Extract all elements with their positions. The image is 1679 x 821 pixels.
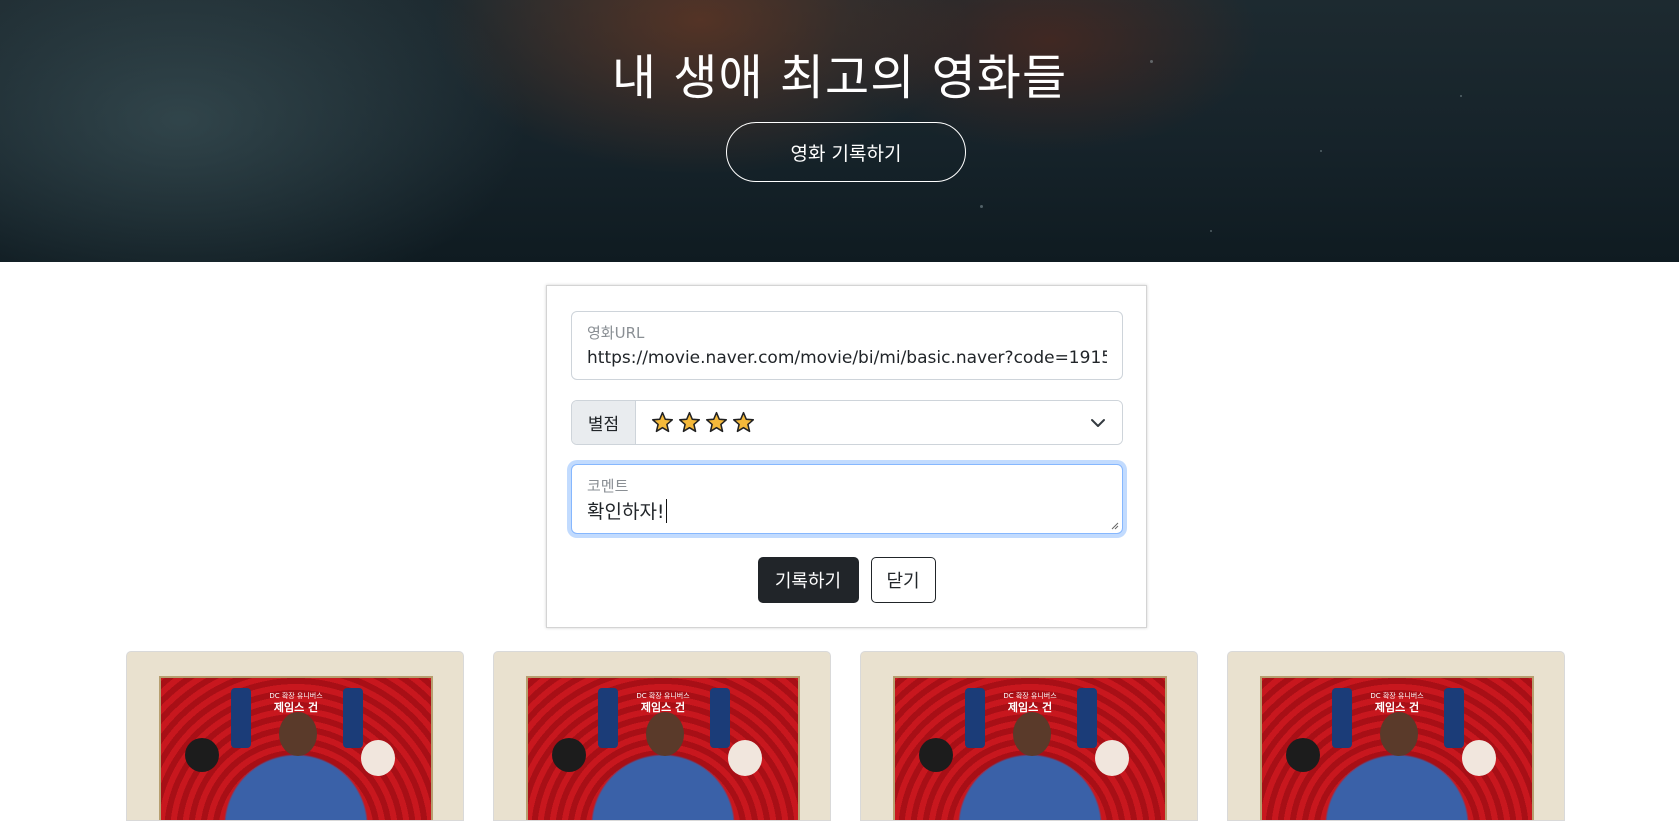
url-input[interactable]: https://movie.naver.com/movie/bi/mi/basi… bbox=[587, 348, 1107, 368]
poster-caption: DC 확장 유니버스 bbox=[1003, 692, 1057, 700]
comment-field[interactable]: 코멘트 확인하자! bbox=[571, 464, 1123, 534]
hero-banner: 내 생애 최고의 영화들 영화 기록하기 bbox=[0, 0, 1679, 262]
poster-figure bbox=[1095, 740, 1129, 776]
movie-card[interactable]: DC 확장 유니버스 제임스 건 bbox=[860, 651, 1198, 821]
poster-figure bbox=[343, 688, 363, 748]
poster-figure bbox=[919, 738, 953, 772]
poster-figure bbox=[1077, 688, 1097, 748]
rating-stars bbox=[651, 411, 755, 434]
poster-figure bbox=[361, 740, 395, 776]
poster-figure bbox=[728, 740, 762, 776]
poster-figure bbox=[646, 712, 684, 756]
url-label: 영화URL bbox=[587, 324, 645, 342]
movie-poster[interactable]: DC 확장 유니버스 제임스 건 bbox=[893, 676, 1167, 820]
poster-text: DC 확장 유니버스 제임스 건 bbox=[161, 692, 431, 714]
comment-label: 코멘트 bbox=[587, 477, 629, 495]
poster-figure bbox=[1462, 740, 1496, 776]
poster-figure bbox=[279, 712, 317, 756]
poster-figure bbox=[1380, 712, 1418, 756]
movie-card[interactable]: DC 확장 유니버스 제임스 건 bbox=[493, 651, 831, 821]
submit-button[interactable]: 기록하기 bbox=[757, 557, 859, 603]
rating-prefix: 별점 bbox=[572, 401, 636, 444]
poster-figure bbox=[965, 688, 985, 748]
star-icon bbox=[705, 411, 728, 433]
rating-select-group[interactable]: 별점 bbox=[571, 400, 1123, 445]
movie-card-grid: DC 확장 유니버스 제임스 건 DC 확장 유니버스 제임스 건 DC 확장 유니버스… bbox=[126, 651, 1565, 821]
chevron-down-icon bbox=[1091, 419, 1105, 427]
text-caret bbox=[665, 499, 668, 523]
movie-card[interactable]: DC 확장 유니버스 제임스 건 bbox=[1227, 651, 1565, 821]
poster-caption: DC 확장 유니버스 bbox=[1370, 692, 1424, 700]
post-form: 영화URL https://movie.naver.com/movie/bi/m… bbox=[546, 285, 1147, 628]
poster-figure bbox=[552, 738, 586, 772]
poster-figure bbox=[1286, 738, 1320, 772]
poster-caption: DC 확장 유니버스 bbox=[636, 692, 690, 700]
movie-poster[interactable]: DC 확장 유니버스 제임스 건 bbox=[1260, 676, 1534, 820]
poster-figure bbox=[1013, 712, 1051, 756]
poster-text: DC 확장 유니버스 제임스 건 bbox=[895, 692, 1165, 714]
movie-poster[interactable]: DC 확장 유니버스 제임스 건 bbox=[159, 676, 433, 820]
comment-textarea[interactable]: 확인하자! bbox=[587, 497, 668, 524]
movie-poster[interactable]: DC 확장 유니버스 제임스 건 bbox=[526, 676, 800, 820]
star-icon bbox=[732, 411, 755, 433]
form-buttons: 기록하기 닫기 bbox=[547, 557, 1146, 603]
poster-figure bbox=[185, 738, 219, 772]
close-button[interactable]: 닫기 bbox=[870, 557, 936, 603]
resize-handle-icon[interactable] bbox=[1110, 521, 1119, 530]
poster-figure bbox=[231, 688, 251, 748]
poster-text: DC 확장 유니버스 제임스 건 bbox=[528, 692, 798, 714]
url-field[interactable]: 영화URL https://movie.naver.com/movie/bi/m… bbox=[571, 311, 1123, 380]
poster-caption: DC 확장 유니버스 bbox=[269, 692, 323, 700]
star-icon bbox=[651, 411, 674, 433]
record-movie-button[interactable]: 영화 기록하기 bbox=[726, 122, 966, 182]
poster-figure bbox=[1444, 688, 1464, 748]
poster-figure bbox=[1332, 688, 1352, 748]
movie-card[interactable]: DC 확장 유니버스 제임스 건 bbox=[126, 651, 464, 821]
star-icon bbox=[678, 411, 701, 433]
poster-text: DC 확장 유니버스 제임스 건 bbox=[1262, 692, 1532, 714]
poster-figure bbox=[598, 688, 618, 748]
page-title: 내 생애 최고의 영화들 bbox=[611, 50, 1068, 106]
comment-text: 확인하자! bbox=[587, 501, 665, 523]
rating-select[interactable] bbox=[636, 401, 1122, 444]
poster-figure bbox=[710, 688, 730, 748]
